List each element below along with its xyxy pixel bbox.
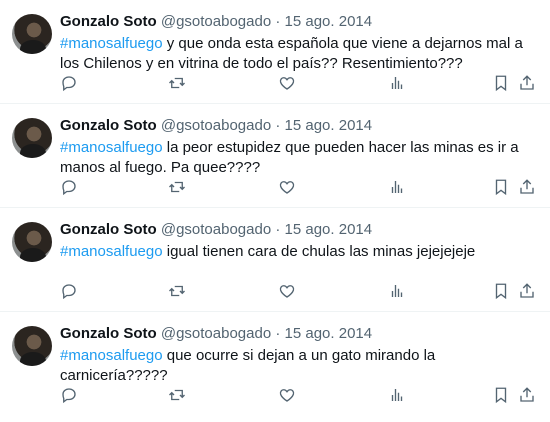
retweet-icon [169, 77, 185, 89]
share-button[interactable] [516, 384, 538, 406]
tweet-actions [50, 176, 542, 198]
share-icon [520, 283, 534, 298]
tweet-header: Gonzalo Soto @gsotoabogado · 15 ago. 201… [60, 116, 538, 136]
reply-icon [62, 76, 76, 92]
separator: · [275, 13, 281, 30]
like-icon [279, 285, 295, 298]
bookmark-button[interactable] [490, 72, 512, 94]
retweet-icon [169, 285, 185, 297]
avatar[interactable] [12, 222, 52, 262]
retweet-button[interactable] [166, 280, 188, 302]
views-icon [391, 77, 403, 89]
tweet[interactable]: Gonzalo Soto @gsotoabogado · 15 ago. 201… [0, 0, 550, 104]
hashtag-link[interactable]: #manosalfuego [60, 35, 163, 52]
share-button[interactable] [516, 72, 538, 94]
author-handle[interactable]: @gsotoabogado [161, 221, 271, 238]
reply-icon [62, 388, 76, 404]
tweet-actions [50, 280, 542, 302]
tweet-text: #manosalfuego igual tienen cara de chula… [60, 242, 538, 262]
tweet-text: #manosalfuego que ocurre si dejan a un g… [60, 346, 538, 386]
retweet-button[interactable] [166, 72, 188, 94]
views-button[interactable] [386, 384, 408, 406]
like-icon [279, 181, 295, 194]
retweet-icon [169, 389, 185, 401]
reply-icon [62, 284, 76, 300]
tweet-body: igual tienen cara de chulas las minas je… [162, 243, 476, 260]
author-name[interactable]: Gonzalo Soto [60, 13, 157, 30]
retweet-button[interactable] [166, 176, 188, 198]
tweet-content: Gonzalo Soto @gsotoabogado · 15 ago. 201… [60, 220, 538, 262]
hashtag-link[interactable]: #manosalfuego [60, 347, 163, 364]
reply-button[interactable] [58, 72, 80, 94]
bookmark-button[interactable] [490, 384, 512, 406]
author-name[interactable]: Gonzalo Soto [60, 117, 157, 134]
tweet-content: Gonzalo Soto @gsotoabogado · 15 ago. 201… [60, 324, 538, 386]
like-button[interactable] [276, 72, 298, 94]
avatar[interactable] [12, 14, 52, 54]
bookmark-icon [495, 387, 507, 404]
share-icon [520, 387, 534, 402]
author-name[interactable]: Gonzalo Soto [60, 325, 157, 342]
reply-button[interactable] [58, 280, 80, 302]
reply-button[interactable] [58, 176, 80, 198]
hashtag-link[interactable]: #manosalfuego [60, 139, 163, 156]
tweet-header: Gonzalo Soto @gsotoabogado · 15 ago. 201… [60, 220, 538, 240]
author-handle[interactable]: @gsotoabogado [161, 325, 271, 342]
tweet-content: Gonzalo Soto @gsotoabogado · 15 ago. 201… [60, 116, 538, 178]
tweet-text: #manosalfuego y que onda esta española q… [60, 34, 538, 74]
separator: · [275, 117, 281, 134]
share-button[interactable] [516, 280, 538, 302]
views-button[interactable] [386, 280, 408, 302]
tweet-date[interactable]: 15 ago. 2014 [285, 13, 373, 30]
tweet[interactable]: Gonzalo Soto @gsotoabogado · 15 ago. 201… [0, 104, 550, 208]
views-button[interactable] [386, 176, 408, 198]
tweet-header: Gonzalo Soto @gsotoabogado · 15 ago. 201… [60, 12, 538, 32]
tweet-actions [50, 384, 542, 406]
tweet-date[interactable]: 15 ago. 2014 [285, 221, 373, 238]
like-icon [279, 77, 295, 90]
tweet-content: Gonzalo Soto @gsotoabogado · 15 ago. 201… [60, 12, 538, 74]
tweet-date[interactable]: 15 ago. 2014 [285, 117, 373, 134]
author-handle[interactable]: @gsotoabogado [161, 13, 271, 30]
retweet-button[interactable] [166, 384, 188, 406]
reply-button[interactable] [58, 384, 80, 406]
like-button[interactable] [276, 384, 298, 406]
tweet-text: #manosalfuego la peor estupidez que pued… [60, 138, 538, 178]
author-name[interactable]: Gonzalo Soto [60, 221, 157, 238]
share-icon [520, 179, 534, 194]
retweet-icon [169, 181, 185, 193]
reply-icon [62, 180, 76, 196]
bookmark-button[interactable] [490, 176, 512, 198]
separator: · [275, 325, 281, 342]
bookmark-button[interactable] [490, 280, 512, 302]
like-button[interactable] [276, 280, 298, 302]
like-icon [279, 389, 295, 402]
avatar[interactable] [12, 326, 52, 366]
author-handle[interactable]: @gsotoabogado [161, 117, 271, 134]
views-icon [391, 181, 403, 193]
tweet-header: Gonzalo Soto @gsotoabogado · 15 ago. 201… [60, 324, 538, 344]
views-icon [391, 389, 403, 401]
tweet-date[interactable]: 15 ago. 2014 [285, 325, 373, 342]
tweet-feed: Gonzalo Soto @gsotoabogado · 15 ago. 201… [0, 0, 550, 421]
tweet[interactable]: Gonzalo Soto @gsotoabogado · 15 ago. 201… [0, 208, 550, 312]
share-button[interactable] [516, 176, 538, 198]
avatar[interactable] [12, 118, 52, 158]
share-icon [520, 75, 534, 90]
bookmark-icon [495, 75, 507, 92]
views-icon [391, 285, 403, 297]
bookmark-icon [495, 283, 507, 300]
tweet-actions [50, 72, 542, 94]
separator: · [275, 221, 281, 238]
hashtag-link[interactable]: #manosalfuego [60, 243, 163, 260]
tweet[interactable]: Gonzalo Soto @gsotoabogado · 15 ago. 201… [0, 312, 550, 421]
views-button[interactable] [386, 72, 408, 94]
bookmark-icon [495, 179, 507, 196]
like-button[interactable] [276, 176, 298, 198]
